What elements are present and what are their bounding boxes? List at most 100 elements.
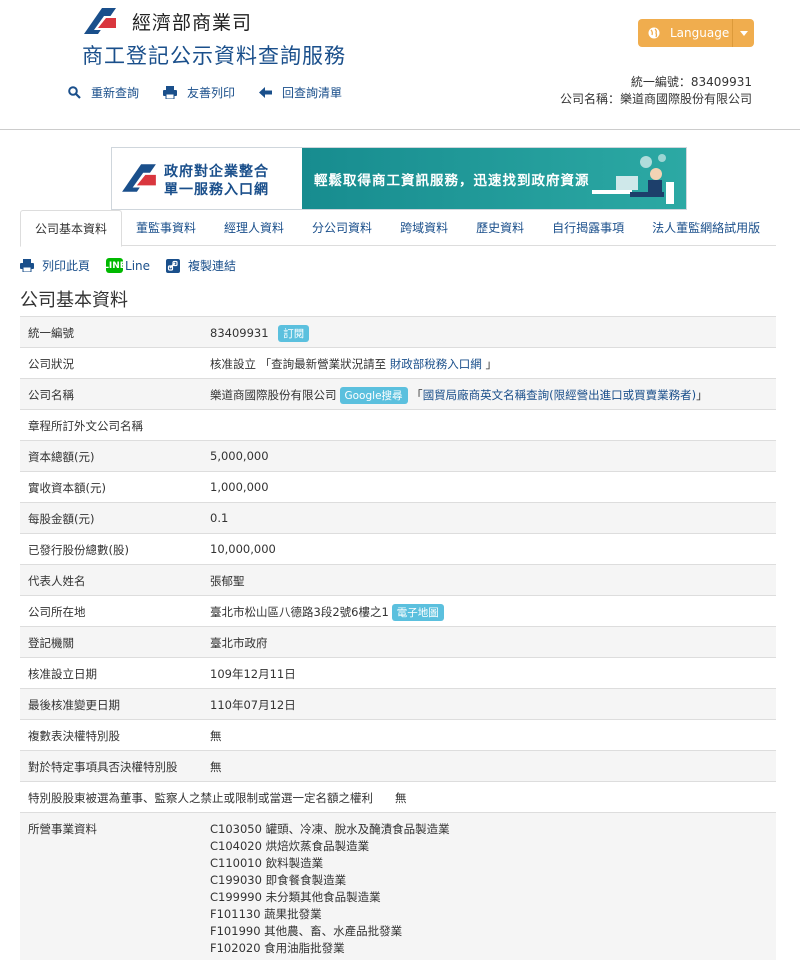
copy-link-button[interactable]: 複製連結: [166, 257, 236, 274]
shares-issued-value: 10,000,000: [210, 542, 276, 556]
representative-value: 張郁聖: [210, 574, 245, 588]
business-label: 所營事業資料: [28, 822, 97, 836]
company-name-value: 樂道商國際股份有限公司: [210, 388, 337, 402]
company-name-label: 公司名稱: [28, 388, 74, 402]
row-company-name: 公司名稱 樂道商國際股份有限公司 Google搜尋 「國貿局廠商英文名稱查詢(限經…: [20, 378, 776, 409]
arrow-left-icon: [259, 87, 273, 98]
row-veto-right: 對於特定事項具否決權特別股 無: [20, 750, 776, 781]
row-approval-date: 核准設立日期 109年12月11日: [20, 657, 776, 688]
row-representative: 代表人姓名 張郁聖: [20, 564, 776, 595]
status-value: 核准設立 「查詢最新營業狀況請至: [210, 357, 390, 371]
banner-logo: [122, 164, 156, 192]
print-icon: [163, 86, 178, 99]
business-item: C199030 即食餐食製造業: [210, 873, 347, 887]
row-par-value: 每股金額(元) 0.1: [20, 502, 776, 533]
tab-managers[interactable]: 經理人資料: [210, 210, 298, 246]
tax-id-value-cell: 83409931 訂閱: [210, 317, 776, 347]
row-capital-total: 資本總額(元) 5,000,000: [20, 440, 776, 471]
header-actions: 重新查詢 友善列印 回查詢清單: [68, 84, 366, 101]
line-share-label: Line: [125, 258, 151, 273]
registry-value: 臺北市政府: [210, 636, 268, 650]
banner-left: 政府對企業整合 單一服務入口網: [112, 148, 302, 209]
capital-total-label: 資本總額(元): [28, 450, 95, 464]
tab-director-network[interactable]: 法人董監網絡試用版: [638, 210, 774, 246]
line-icon: LINE: [103, 258, 126, 273]
paid-capital-value: 1,000,000: [210, 480, 269, 494]
tax-portal-link[interactable]: 財政部稅務入口網: [390, 357, 482, 371]
par-value-value: 0.1: [210, 511, 229, 525]
special-shares-label: 特別股股東被選為董事、監察人之禁止或限制或當選一定名額之權利: [28, 791, 373, 805]
shares-issued-label: 已發行股份總數(股): [28, 543, 129, 557]
business-item: C104020 烘焙炊蒸食品製造業: [210, 839, 370, 853]
language-button[interactable]: Language: [638, 19, 754, 47]
business-list: C103050 罐頭、冷凍、脫水及醃漬食品製造業 C104020 烘焙炊蒸食品製…: [210, 813, 776, 960]
last-change-date-value: 110年07月12日: [210, 698, 296, 712]
language-label: Language: [670, 26, 730, 40]
address-value: 臺北市松山區八德路3段2號6樓之1: [210, 605, 389, 619]
approval-date-value: 109年12月11日: [210, 667, 296, 681]
tab-cross-domain[interactable]: 跨域資料: [386, 210, 462, 246]
representative-label: 代表人姓名: [28, 574, 86, 588]
row-paid-capital: 實收資本額(元) 1,000,000: [20, 471, 776, 502]
tab-basic-info[interactable]: 公司基本資料: [20, 210, 123, 247]
line-share-link[interactable]: LINE Line: [103, 258, 151, 273]
page-tools: 列印此頁 LINE Line 複製連結: [20, 257, 252, 274]
business-item: C199990 未分類其他食品製造業: [210, 890, 381, 904]
row-foreign-name: 章程所訂外文公司名稱: [20, 409, 776, 440]
back-to-list-link[interactable]: 回查詢清單: [259, 84, 342, 101]
google-search-button[interactable]: Google搜尋: [339, 387, 408, 404]
single-window-banner[interactable]: 政府對企業整合 單一服務入口網 輕鬆取得商工資訊服務，迅速找到政府資源: [111, 147, 687, 210]
service-title: 商工登記公示資料查詢服務: [82, 44, 346, 68]
tax-id-value: 83409931: [210, 326, 269, 340]
tab-directors[interactable]: 董監事資料: [122, 210, 210, 246]
relaxing-person-illustration: [592, 154, 674, 204]
ministry-logo: [84, 8, 116, 34]
tax-id-label: 統一編號: [28, 326, 74, 340]
row-multi-vote: 複數表決權特別股 無: [20, 719, 776, 750]
row-address: 公司所在地 臺北市松山區八德路3段2號6樓之1 電子地圖: [20, 595, 776, 626]
foreign-name-label: 章程所訂外文公司名稱: [28, 419, 143, 433]
status-suffix: 」: [481, 357, 497, 371]
tab-self-disclosure[interactable]: 自行揭露事項: [538, 210, 638, 246]
chevron-down-icon[interactable]: [732, 19, 754, 47]
back-to-list-label: 回查詢清單: [282, 86, 343, 100]
org-name: 經濟部商業司: [132, 12, 253, 34]
row-business: 所營事業資料 C103050 罐頭、冷凍、脫水及醃漬食品製造業 C104020 …: [20, 812, 776, 960]
requery-link[interactable]: 重新查詢: [68, 84, 139, 101]
row-shares-issued: 已發行股份總數(股) 10,000,000: [20, 533, 776, 564]
basic-info-table: 統一編號 83409931 訂閱 公司狀況 核准設立 「查詢最新營業狀況請至 財…: [20, 316, 776, 960]
address-label: 公司所在地: [28, 605, 86, 619]
print-page-link[interactable]: 列印此頁: [20, 257, 90, 274]
section-title: 公司基本資料: [20, 290, 128, 311]
tab-branches[interactable]: 分公司資料: [298, 210, 386, 246]
company-id-line: 統一編號：83409931: [630, 75, 752, 89]
bracket-open: 「: [407, 388, 423, 402]
row-status: 公司狀況 核准設立 「查詢最新營業狀況請至 財政部稅務入口網 」: [20, 347, 776, 378]
print-page-label: 列印此頁: [42, 259, 91, 273]
banner-right: 輕鬆取得商工資訊服務，迅速找到政府資源: [302, 148, 686, 209]
subscribe-button[interactable]: 訂閱: [278, 325, 310, 342]
globe-icon: [648, 27, 660, 39]
tab-history[interactable]: 歷史資料: [462, 210, 538, 246]
registry-label: 登記機關: [28, 636, 74, 650]
approval-date-label: 核准設立日期: [28, 667, 97, 681]
e-map-button[interactable]: 電子地圖: [391, 604, 444, 621]
requery-label: 重新查詢: [91, 86, 140, 100]
detail-tabs: 公司基本資料 董監事資料 經理人資料 分公司資料 跨域資料 歷史資料 自行揭露事…: [20, 210, 776, 247]
address-value-cell: 臺北市松山區八德路3段2號6樓之1 電子地圖: [210, 596, 776, 626]
multi-vote-label: 複數表決權特別股: [28, 729, 120, 743]
bracket-close: 」: [696, 388, 708, 402]
business-item: C110010 飲料製造業: [210, 856, 324, 870]
banner-slogan: 輕鬆取得商工資訊服務，迅速找到政府資源: [314, 173, 590, 189]
row-last-change-date: 最後核准變更日期 110年07月12日: [20, 688, 776, 719]
copy-link-label: 複製連結: [188, 259, 237, 273]
page-header: 經濟部商業司 商工登記公示資料查詢服務 重新查詢 友善列印 回查詢清單 Lang…: [0, 0, 800, 130]
row-registry: 登記機關 臺北市政府: [20, 626, 776, 657]
paid-capital-label: 實收資本額(元): [28, 481, 106, 495]
english-name-lookup-link[interactable]: 國貿局廠商英文名稱查詢(限經營出進口或買賣業務者): [423, 388, 696, 402]
capital-total-value: 5,000,000: [210, 449, 269, 463]
banner-title-line2: 單一服務入口網: [164, 182, 269, 198]
veto-right-label: 對於特定事項具否決權特別股: [28, 760, 178, 774]
status-label: 公司狀況: [28, 357, 74, 371]
friendly-print-link[interactable]: 友善列印: [163, 84, 235, 101]
